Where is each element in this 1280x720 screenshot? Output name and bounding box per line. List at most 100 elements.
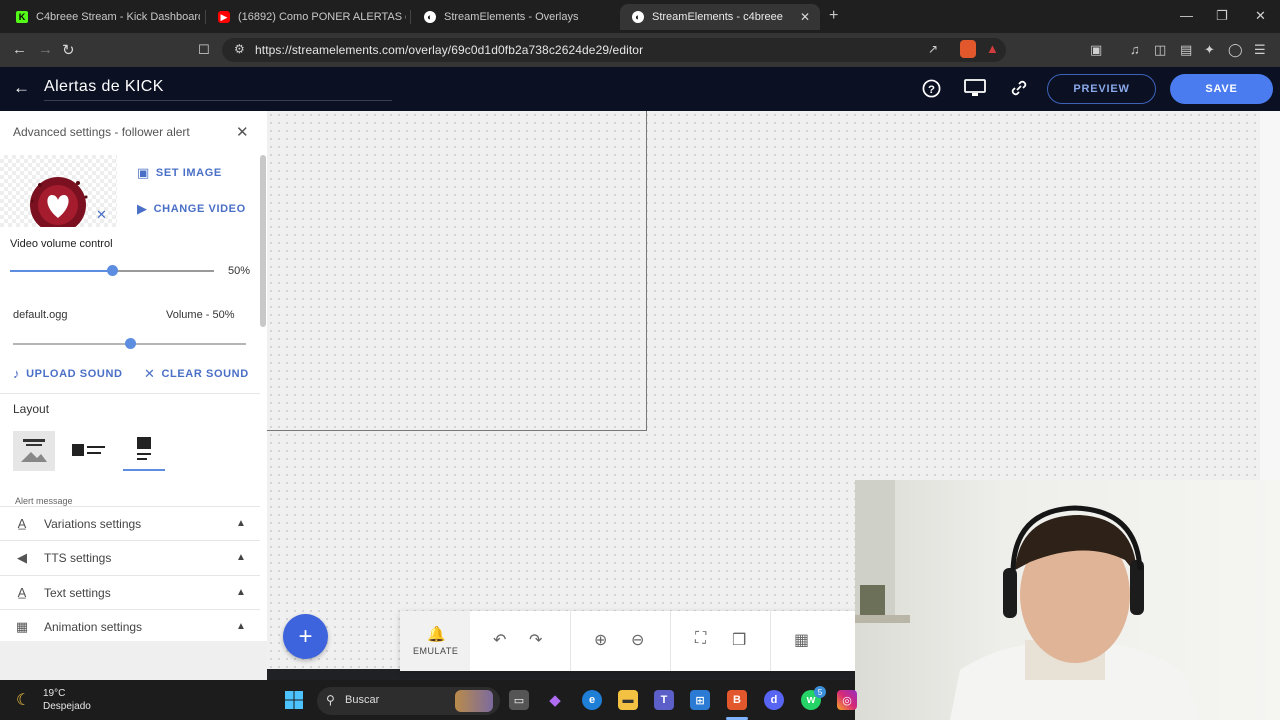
monitor-settings-icon[interactable]: [964, 79, 986, 102]
editor-header: ← Alertas de KICK ? PREVIEW SAVE: [0, 67, 1280, 111]
vpn-icon[interactable]: ◯: [1228, 42, 1243, 58]
change-video-label: CHANGE VIDEO: [153, 203, 246, 215]
set-image-button[interactable]: ▣ SET IMAGE: [137, 165, 222, 181]
back-arrow-icon[interactable]: ←: [13, 78, 30, 98]
section-text-settings[interactable]: A̲ Text settings ▲: [0, 575, 260, 609]
store-icon[interactable]: ⊞: [690, 690, 710, 710]
site-info-icon[interactable]: ⚙: [234, 42, 245, 56]
overlay-title[interactable]: Alertas de KICK: [44, 78, 164, 96]
add-widget-button[interactable]: +: [283, 614, 328, 659]
remove-media-icon[interactable]: ✕: [96, 207, 107, 223]
redo-icon[interactable]: ↷: [529, 630, 542, 650]
edge-icon[interactable]: e: [582, 690, 602, 710]
save-button[interactable]: SAVE: [1170, 74, 1273, 104]
webcam-person-image: [855, 480, 1200, 720]
clear-sound-button[interactable]: ✕ CLEAR SOUND: [144, 366, 249, 382]
instagram-icon[interactable]: ◎: [837, 690, 857, 710]
sound-volume-text: Volume - 50%: [166, 309, 235, 321]
discord-icon[interactable]: d: [764, 690, 784, 710]
alert-media-thumbnail: ✕: [0, 155, 117, 233]
layout-option-image-above[interactable]: [13, 431, 55, 471]
address-bar[interactable]: ⚙ https://streamelements.com/overlay/69c…: [222, 38, 1006, 62]
clear-sound-label: CLEAR SOUND: [161, 368, 249, 380]
help-icon[interactable]: ?: [922, 79, 941, 103]
change-video-button[interactable]: ▶ CHANGE VIDEO: [137, 201, 246, 217]
layout-option-side[interactable]: [68, 431, 110, 471]
youtube-icon: ▶: [218, 11, 230, 23]
windows-taskbar: ☾ 19°C Despejado ⚲ Buscar ▭ ◆ e ▬ T ⊞ B …: [0, 680, 857, 720]
layout-text-below-icon: [137, 437, 151, 460]
overlay-frame[interactable]: [267, 111, 647, 431]
sidebar-icon[interactable]: ◫: [1154, 42, 1166, 58]
layout-image-above-icon: [21, 439, 47, 462]
canvas-toolbar: 🔔 EMULATE ↶ ↷ ⊕ ⊖ ⛶ ❒ ▦: [400, 611, 855, 671]
sound-volume-slider[interactable]: [13, 337, 246, 351]
new-tab-button[interactable]: +: [829, 7, 838, 25]
video-volume-value: 50%: [228, 265, 251, 277]
media-icon[interactable]: ♫: [1130, 42, 1140, 57]
browser-tab-kick[interactable]: K C4breee Stream - Kick Dashboard: [4, 4, 200, 30]
copilot-icon[interactable]: ◆: [545, 690, 565, 710]
video-volume-slider[interactable]: [10, 264, 214, 278]
wallet-icon[interactable]: ▤: [1180, 42, 1192, 58]
forward-arrow-icon[interactable]: →: [38, 41, 53, 58]
weather-moon-icon[interactable]: ☾: [16, 690, 30, 710]
minimize-window-button[interactable]: —: [1180, 8, 1193, 23]
brave-icon[interactable]: B: [727, 690, 747, 710]
upload-sound-label: UPLOAD SOUND: [26, 367, 123, 380]
bell-icon: 🔔: [427, 626, 446, 643]
restore-window-button[interactable]: ❐: [1216, 8, 1228, 24]
weather-temperature[interactable]: 19°C: [43, 688, 65, 699]
panel-title: Advanced settings - follower alert: [13, 125, 190, 139]
link-icon[interactable]: [1010, 79, 1028, 102]
close-tab-icon[interactable]: ✕: [800, 10, 810, 24]
weather-description[interactable]: Despejado: [43, 701, 91, 712]
share-icon[interactable]: ↗: [928, 42, 938, 56]
teams-icon[interactable]: T: [654, 690, 674, 710]
brave-shields-icon[interactable]: [960, 40, 976, 58]
layout-option-text-below[interactable]: [123, 431, 165, 471]
fit-screen-icon[interactable]: ❒: [732, 630, 746, 650]
browser-tab-overlays[interactable]: ◐ StreamElements - Overlays: [412, 4, 612, 30]
panel-scrollbar[interactable]: [260, 155, 266, 327]
upload-sound-button[interactable]: ♪ UPLOAD SOUND: [13, 366, 123, 381]
section-variations-settings[interactable]: A̲ Variations settings ▲: [0, 506, 260, 540]
zoom-in-icon[interactable]: ⊕: [594, 630, 607, 650]
video-volume-label: Video volume control: [10, 238, 113, 250]
back-arrow-icon[interactable]: ←: [12, 41, 27, 58]
reload-icon[interactable]: ↻: [62, 41, 75, 59]
grid-icon[interactable]: ▦: [794, 630, 809, 650]
brave-rewards-icon[interactable]: ▲: [986, 41, 999, 56]
layout-side-icon: [72, 444, 105, 456]
section-label: TTS settings: [44, 550, 112, 565]
task-view-icon[interactable]: ▭: [509, 690, 529, 710]
reader-mode-icon[interactable]: ▣: [1090, 42, 1102, 58]
chevron-up-icon: ▲: [236, 518, 246, 529]
url-text: https://streamelements.com/overlay/69c0d…: [255, 43, 644, 57]
close-icon[interactable]: ✕: [236, 123, 249, 141]
tab-title: StreamElements - c4breee: [652, 11, 783, 23]
slider-knob[interactable]: [107, 265, 118, 276]
browser-tab-active[interactable]: ◐ StreamElements - c4breee ✕: [620, 4, 820, 30]
panel-footer: [0, 641, 267, 680]
webcam-video: [855, 480, 1280, 720]
menu-icon[interactable]: ☰: [1254, 42, 1266, 58]
undo-icon[interactable]: ↶: [493, 630, 506, 650]
bookmark-icon[interactable]: ☐: [198, 42, 210, 58]
tab-title: C4breee Stream - Kick Dashboard: [36, 11, 200, 23]
close-window-button[interactable]: ✕: [1255, 8, 1266, 24]
chevron-up-icon: ▲: [236, 587, 246, 598]
slider-knob[interactable]: [124, 338, 136, 349]
file-explorer-icon[interactable]: ▬: [618, 690, 638, 710]
windows-start-icon[interactable]: [284, 690, 304, 710]
section-tts-settings[interactable]: ◀ TTS settings ▲: [0, 540, 260, 574]
image-icon: ▣: [137, 165, 150, 180]
emulate-button[interactable]: 🔔 EMULATE: [400, 611, 470, 671]
taskbar-search[interactable]: ⚲ Buscar: [317, 687, 500, 715]
preview-button[interactable]: PREVIEW: [1047, 74, 1156, 104]
leo-ai-icon[interactable]: ✦: [1204, 42, 1215, 58]
section-animation-settings[interactable]: ▦ Animation settings ▲: [0, 609, 260, 641]
browser-tab-youtube[interactable]: ▶ (16892) Como PONER ALERTAS de KI: [206, 4, 406, 30]
zoom-out-icon[interactable]: ⊖: [631, 630, 644, 650]
fullscreen-icon[interactable]: ⛶: [695, 630, 706, 648]
